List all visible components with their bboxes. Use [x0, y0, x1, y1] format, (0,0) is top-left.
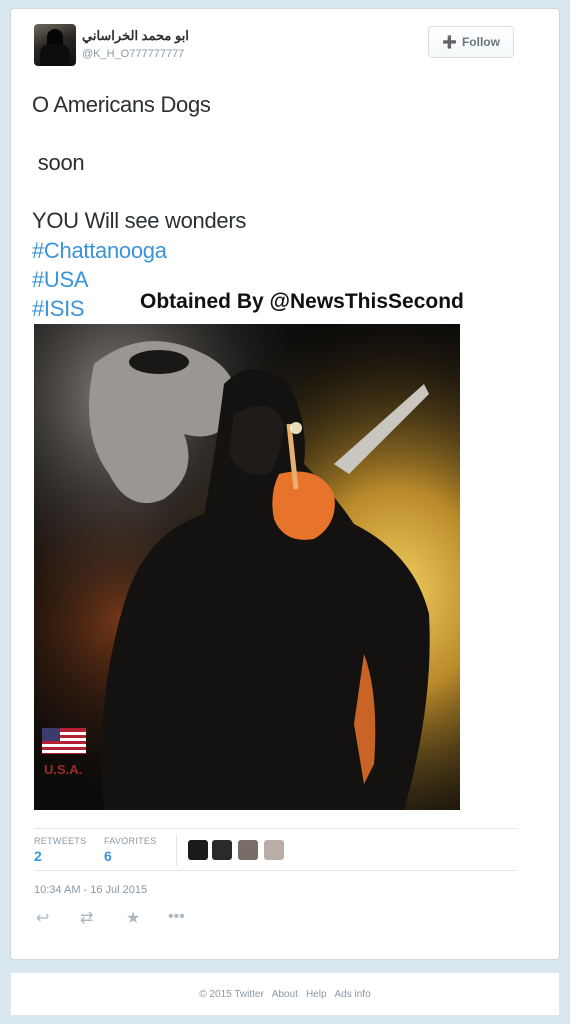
footer-copyright: © 2015 Twitter	[199, 988, 264, 1000]
footer-link-help[interactable]: Help	[306, 989, 327, 1000]
watermark-text: Obtained By @NewsThisSecond	[140, 290, 464, 313]
avatar-body-shape	[40, 44, 70, 66]
glint	[290, 422, 302, 434]
more-icon[interactable]: •••	[168, 908, 185, 926]
shape-hole	[129, 350, 189, 374]
usa-flag-icon	[42, 728, 86, 754]
add-user-icon: ➕	[442, 35, 457, 49]
footer-link-ads-info[interactable]: Ads info	[335, 989, 371, 1000]
divider	[34, 828, 516, 829]
author-handle[interactable]: @K_H_O777777777	[82, 48, 184, 60]
hashtag-usa[interactable]: #USA	[32, 267, 89, 293]
follow-button-label: Follow	[461, 35, 500, 49]
favorites-count[interactable]: 6	[104, 848, 112, 864]
page-footer: © 2015 Twitter About Help Ads info	[10, 972, 560, 1016]
tweet-text-line-3: YOU Will see wonders	[32, 208, 247, 233]
follow-button[interactable]: ➕ Follow	[428, 26, 514, 58]
author-avatar[interactable]	[34, 24, 76, 66]
favorite-icon[interactable]: ★	[126, 908, 140, 928]
author-display-name[interactable]: ابو محمد الخراساني	[82, 28, 189, 44]
tweet-timestamp[interactable]: 10:34 AM - 16 Jul 2015	[34, 884, 147, 896]
tweet-media-image[interactable]: U.S.A.	[34, 324, 460, 810]
hashtag-chattanooga[interactable]: #Chattanooga	[32, 238, 167, 264]
divider	[34, 870, 516, 871]
tweet-text-line-1: O Americans Dogs	[32, 92, 211, 117]
tweet-text-line-2: soon	[32, 150, 85, 175]
flag-caption: U.S.A.	[44, 762, 83, 777]
reply-icon[interactable]: ↩	[36, 908, 49, 928]
favoriter-avatar[interactable]	[238, 840, 258, 860]
stats-separator	[176, 834, 177, 866]
favoriter-avatar[interactable]	[212, 840, 232, 860]
footer-link-about[interactable]: About	[272, 989, 298, 1000]
media-illustration	[34, 324, 460, 810]
retweets-count[interactable]: 2	[34, 848, 42, 864]
favoriter-avatar[interactable]	[188, 840, 208, 860]
favorites-label: FAVORITES	[104, 836, 157, 846]
retweet-icon[interactable]: ⇄	[80, 908, 93, 928]
retweets-label: RETWEETS	[34, 836, 87, 846]
hashtag-isis[interactable]: #ISIS	[32, 296, 85, 322]
favoriter-avatar[interactable]	[264, 840, 284, 860]
